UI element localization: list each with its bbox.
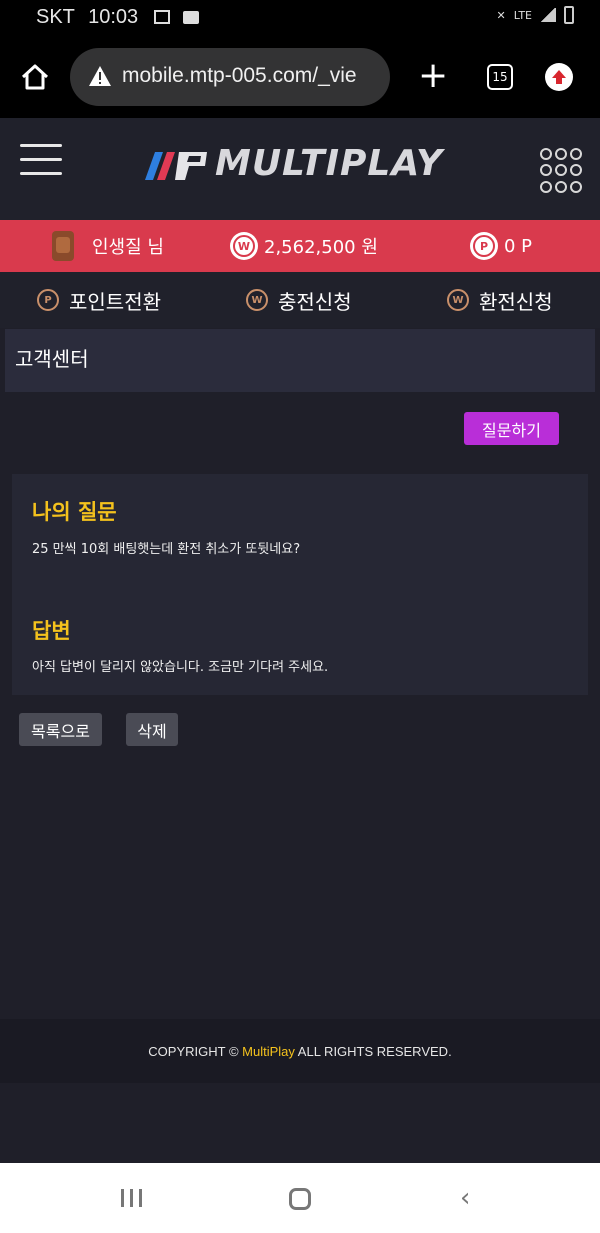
user-info-bar: 인생질 님 W 2,562,500 원 P 0 P — [0, 220, 600, 272]
quick-menu: P 포인트전환 W 충전신청 W 환전신청 — [0, 272, 600, 328]
points-value: 0 P — [504, 235, 533, 257]
warning-icon — [89, 66, 111, 86]
browser-home-button[interactable] — [18, 60, 52, 94]
clock: 10:03 — [88, 6, 139, 28]
grid-dot — [540, 164, 552, 177]
point-coin-letter: P — [473, 235, 495, 257]
copyright-suffix: ALL RIGHTS RESERVED. — [294, 1043, 452, 1059]
copyright-prefix: COPYRIGHT © — [148, 1043, 243, 1059]
answer-text: 아직 답변이 달리지 않았습니다. 조금만 기다려 주세요. — [32, 660, 329, 675]
menu-label: 환전신청 — [479, 289, 553, 314]
system-nav-bar: ‹ — [0, 1163, 600, 1233]
grid-dot — [570, 164, 582, 177]
back-to-list-button[interactable]: 목록으로 — [19, 713, 102, 746]
page-title-box: 고객센터 — [5, 329, 595, 392]
carrier-label: SKT — [36, 6, 75, 28]
menu-label: 포인트전환 — [69, 289, 161, 314]
menu-label: 충전신청 — [278, 289, 352, 314]
logo-mark-icon — [145, 152, 207, 180]
grid-dot — [555, 180, 567, 193]
balance-item: W 2,562,500 원 — [230, 220, 378, 272]
gallery-notification-icon — [153, 10, 170, 24]
new-tab-button[interactable]: + — [418, 58, 448, 94]
points-item: P 0 P — [470, 220, 532, 272]
hamburger-line — [20, 172, 62, 175]
user-name-item[interactable]: 인생질 님 — [52, 220, 164, 272]
system-back-button[interactable]: ‹ — [460, 1183, 470, 1213]
delete-button[interactable]: 삭제 — [126, 713, 178, 746]
address-bar[interactable]: mobile.mtp-005.com/_vie — [70, 48, 390, 106]
hamburger-line — [20, 144, 62, 147]
qa-panel: 나의 질문 25 만씩 10회 배팅햇는데 환전 취소가 또뒷네요? 답변 아직… — [12, 474, 588, 695]
exchange-icon: W — [447, 289, 469, 311]
home-icon — [21, 64, 49, 90]
browser-toolbar: mobile.mtp-005.com/_vie + 15 — [0, 38, 600, 118]
status-right: ✕ LTE — [496, 6, 574, 24]
won-coin-letter: W — [233, 235, 255, 257]
won-icon: W — [246, 289, 268, 311]
user-name: 인생질 님 — [92, 237, 164, 258]
page-title: 고객센터 — [15, 347, 89, 371]
grid-dot — [555, 148, 567, 160]
balance-value: 2,562,500 원 — [264, 237, 378, 258]
mute-icon: ✕ — [496, 8, 506, 22]
site-header: MULTIPLAY — [0, 118, 600, 220]
update-button[interactable] — [545, 63, 573, 91]
signal-icon — [540, 8, 556, 22]
network-label: LTE — [513, 8, 532, 22]
avatar — [52, 231, 74, 261]
answer-heading: 답변 — [32, 619, 71, 643]
footer-brand: MultiPlay — [242, 1043, 295, 1059]
grid-dot — [570, 148, 582, 160]
message-notification-icon — [183, 11, 200, 24]
apps-grid-button[interactable] — [540, 148, 586, 194]
url-text: mobile.mtp-005.com/_vie — [122, 64, 357, 87]
menu-toggle-button[interactable] — [20, 144, 62, 176]
won-coin-icon: W — [230, 232, 258, 260]
menu-withdraw-request[interactable]: W 환전신청 — [447, 272, 553, 328]
recent-apps-button[interactable] — [121, 1189, 142, 1207]
status-left: SKT 10:03 — [36, 6, 200, 29]
system-home-button[interactable] — [289, 1188, 311, 1210]
ask-question-button[interactable]: 질문하기 — [464, 412, 559, 445]
hamburger-line — [20, 158, 62, 161]
grid-dot — [555, 164, 567, 177]
recent-bar — [139, 1189, 142, 1207]
grid-dot — [540, 148, 552, 160]
point-coin-icon: P — [470, 232, 498, 260]
battery-icon — [564, 6, 574, 24]
tab-switcher-button[interactable]: 15 — [487, 64, 513, 90]
menu-deposit-request[interactable]: W 충전신청 — [246, 272, 352, 328]
question-text: 25 만씩 10회 배팅햇는데 환전 취소가 또뒷네요? — [32, 542, 301, 557]
recent-bar — [121, 1189, 124, 1207]
grid-dot — [540, 180, 552, 193]
question-heading: 나의 질문 — [32, 500, 117, 524]
grid-dot — [570, 180, 582, 193]
logo-text: MULTIPLAY — [215, 143, 444, 184]
footer: COPYRIGHT © MultiPlay ALL RIGHTS RESERVE… — [0, 1019, 600, 1083]
recent-bar — [130, 1189, 133, 1207]
menu-point-exchange[interactable]: P 포인트전환 — [37, 272, 161, 328]
point-icon: P — [37, 289, 59, 311]
site-logo[interactable]: MULTIPLAY — [145, 142, 443, 186]
arrow-up-icon — [552, 70, 566, 84]
status-bar: SKT 10:03 ✕ LTE — [0, 0, 600, 38]
